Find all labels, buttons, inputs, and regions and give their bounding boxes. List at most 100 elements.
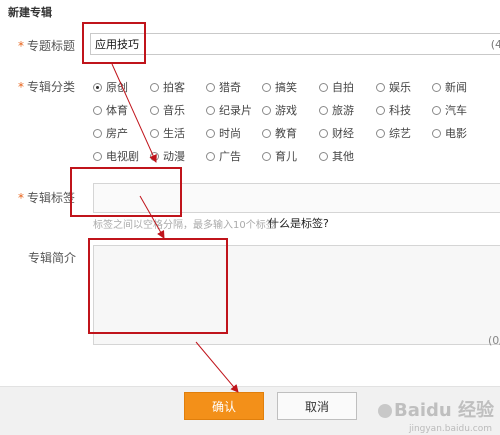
category-option-label: 旅游	[332, 104, 354, 117]
category-option[interactable]: 财经	[319, 126, 354, 140]
category-option-label: 动漫	[163, 150, 185, 163]
category-option-label: 财经	[332, 127, 354, 140]
category-option-label: 娱乐	[389, 81, 411, 94]
title-input-box[interactable]	[90, 33, 500, 55]
category-option[interactable]: 原创	[93, 80, 128, 94]
category-option[interactable]: 搞笑	[262, 80, 297, 94]
category-option-label: 搞笑	[275, 81, 297, 94]
category-option-label: 猎奇	[219, 81, 241, 94]
category-option-label: 生活	[163, 127, 185, 140]
category-option[interactable]: 时尚	[206, 126, 241, 140]
category-option[interactable]: 汽车	[432, 103, 467, 117]
category-option[interactable]: 房产	[93, 126, 128, 140]
radio-button[interactable]	[262, 82, 271, 92]
desc-char-count: (0/	[488, 334, 500, 347]
paw-logo-icon	[377, 404, 392, 418]
required-star: *	[18, 80, 24, 94]
radio-button[interactable]	[206, 105, 215, 115]
title-char-count: (4	[490, 38, 500, 51]
category-option-label: 音乐	[163, 104, 185, 117]
category-option-label: 汽车	[445, 104, 467, 117]
radio-button[interactable]	[319, 151, 328, 161]
category-option[interactable]: 旅游	[319, 103, 354, 117]
watermark-url: jingyan.baidu.com	[408, 424, 492, 434]
what-is-tag-link[interactable]: 什么是标签?	[268, 215, 329, 231]
radio-button[interactable]	[93, 128, 102, 138]
category-option-label: 原创	[106, 81, 128, 94]
radio-button[interactable]	[376, 82, 385, 92]
radio-button[interactable]	[432, 128, 441, 138]
category-option[interactable]: 综艺	[376, 126, 411, 140]
category-option-label: 自拍	[332, 81, 354, 94]
title-input[interactable]	[91, 34, 500, 54]
dialog-title: 新建专辑	[8, 6, 52, 19]
cancel-button[interactable]: 取消	[277, 392, 357, 420]
category-option-label: 时尚	[219, 127, 241, 140]
category-option[interactable]: 游戏	[262, 103, 297, 117]
radio-button[interactable]	[376, 128, 385, 138]
category-option[interactable]: 科技	[376, 103, 411, 117]
radio-button[interactable]	[93, 151, 102, 161]
category-option[interactable]: 拍客	[150, 80, 185, 94]
tag-field-label: * 专辑标签	[18, 191, 76, 205]
category-option[interactable]: 娱乐	[376, 80, 411, 94]
description-textarea[interactable]	[93, 245, 500, 345]
category-option[interactable]: 新闻	[432, 80, 467, 94]
category-field-label: * 专辑分类	[18, 80, 76, 94]
category-option-label: 育儿	[275, 150, 297, 163]
radio-button[interactable]	[319, 128, 328, 138]
category-option-label: 电视剧	[106, 150, 139, 163]
tag-input[interactable]	[93, 183, 500, 213]
category-option[interactable]: 广告	[206, 149, 241, 163]
category-option-label: 综艺	[389, 127, 411, 140]
radio-button[interactable]	[262, 105, 271, 115]
category-option-label: 电影	[445, 127, 467, 140]
radio-button[interactable]	[319, 82, 328, 92]
category-option[interactable]: 猎奇	[206, 80, 241, 94]
category-option[interactable]: 纪录片	[206, 103, 252, 117]
radio-button[interactable]	[206, 151, 215, 161]
desc-field-label: 专辑简介	[28, 251, 77, 265]
tag-hint: 标签之间以空格分隔，最多输入10个标签	[93, 220, 276, 231]
category-option-label: 纪录片	[219, 104, 252, 117]
radio-button[interactable]	[93, 105, 102, 115]
required-star: *	[18, 191, 24, 205]
radio-button[interactable]	[150, 128, 159, 138]
radio-button[interactable]	[376, 105, 385, 115]
category-option[interactable]: 育儿	[262, 149, 297, 163]
category-option[interactable]: 电影	[432, 126, 467, 140]
category-option-label: 其他	[332, 150, 354, 163]
radio-button[interactable]	[150, 151, 159, 161]
radio-button[interactable]	[432, 82, 441, 92]
title-field-label: * 专题标题	[18, 39, 76, 53]
category-option[interactable]: 动漫	[150, 149, 185, 163]
radio-button[interactable]	[319, 105, 328, 115]
radio-button[interactable]	[150, 105, 159, 115]
required-star: *	[18, 39, 24, 53]
category-option-label: 房产	[106, 127, 128, 140]
baidu-watermark: Baidu 经验	[376, 396, 494, 422]
confirm-button[interactable]: 确认	[184, 392, 264, 420]
category-option[interactable]: 音乐	[150, 103, 185, 117]
category-option[interactable]: 其他	[319, 149, 354, 163]
category-option[interactable]: 生活	[150, 126, 185, 140]
category-option-label: 新闻	[445, 81, 467, 94]
radio-button[interactable]	[206, 128, 215, 138]
category-option[interactable]: 体育	[93, 103, 128, 117]
category-option-label: 游戏	[275, 104, 297, 117]
radio-button[interactable]	[432, 105, 441, 115]
category-option[interactable]: 自拍	[319, 80, 354, 94]
category-option-label: 科技	[389, 104, 411, 117]
radio-button[interactable]	[262, 128, 271, 138]
category-option-label: 拍客	[163, 81, 185, 94]
radio-button[interactable]	[206, 82, 215, 92]
category-option-label: 体育	[106, 104, 128, 117]
radio-button[interactable]	[150, 82, 159, 92]
category-option[interactable]: 电视剧	[93, 149, 139, 163]
category-option-label: 教育	[275, 127, 297, 140]
category-option[interactable]: 教育	[262, 126, 297, 140]
radio-button[interactable]	[93, 82, 102, 92]
category-option-label: 广告	[219, 150, 241, 163]
arrow-desc-to-confirm	[195, 341, 239, 393]
radio-button[interactable]	[262, 151, 271, 161]
